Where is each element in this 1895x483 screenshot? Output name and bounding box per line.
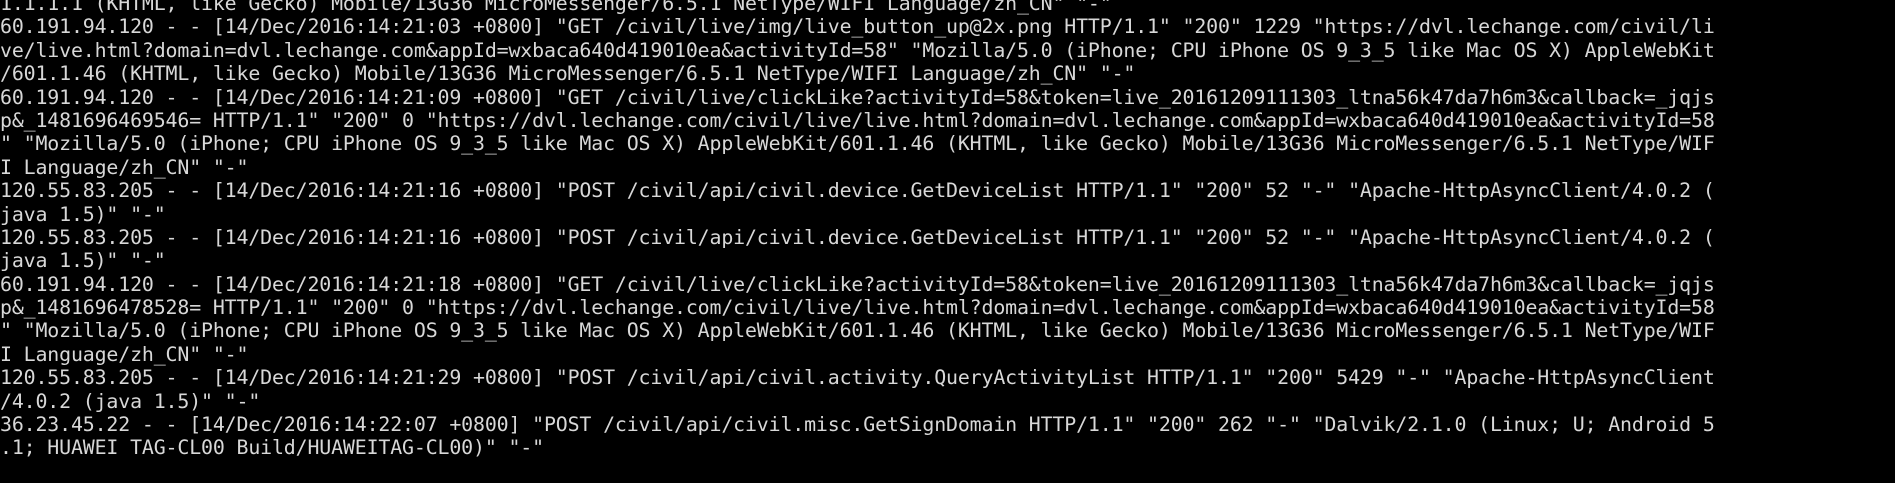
log-line-partial-top: 1.1.1.1 (KHTML, like Gecko) Mobile/13G36… (0, 0, 1112, 15)
log-line: 120.55.83.205 - - [14/Dec/2016:14:21:29 … (0, 366, 1715, 390)
log-line: 60.191.94.120 - - [14/Dec/2016:14:21:03 … (0, 15, 1715, 39)
log-line: I Language/zh_CN" "-" (0, 155, 249, 179)
log-line: p&_1481696469546= HTTP/1.1" "200" 0 "htt… (0, 108, 1715, 132)
log-line: 120.55.83.205 - - [14/Dec/2016:14:21:16 … (0, 225, 1715, 249)
log-line: .1; HUAWEI TAG-CL00 Build/HUAWEITAG-CL00… (0, 436, 544, 460)
log-line: java 1.5)" "-" (0, 202, 166, 226)
log-line: 120.55.83.205 - - [14/Dec/2016:14:21:16 … (0, 179, 1715, 203)
log-line: " "Mozilla/5.0 (iPhone; CPU iPhone OS 9_… (0, 132, 1715, 156)
log-line: java 1.5)" "-" (0, 249, 166, 273)
log-line: " "Mozilla/5.0 (iPhone; CPU iPhone OS 9_… (0, 319, 1715, 343)
log-line: ve/live.html?domain=dvl.lechange.com&app… (0, 38, 1715, 62)
terminal-window[interactable]: 1.1.1.1 (KHTML, like Gecko) Mobile/13G36… (0, 0, 1895, 483)
log-line: /4.0.2 (java 1.5)" "-" (0, 389, 261, 413)
log-line: p&_1481696478528= HTTP/1.1" "200" 0 "htt… (0, 296, 1715, 320)
log-line: 60.191.94.120 - - [14/Dec/2016:14:21:18 … (0, 272, 1715, 296)
log-line: /601.1.46 (KHTML, like Gecko) Mobile/13G… (0, 62, 1136, 86)
log-line: I Language/zh_CN" "-" (0, 342, 249, 366)
log-line: 60.191.94.120 - - [14/Dec/2016:14:21:09 … (0, 85, 1715, 109)
log-line: 36.23.45.22 - - [14/Dec/2016:14:22:07 +0… (0, 413, 1715, 437)
